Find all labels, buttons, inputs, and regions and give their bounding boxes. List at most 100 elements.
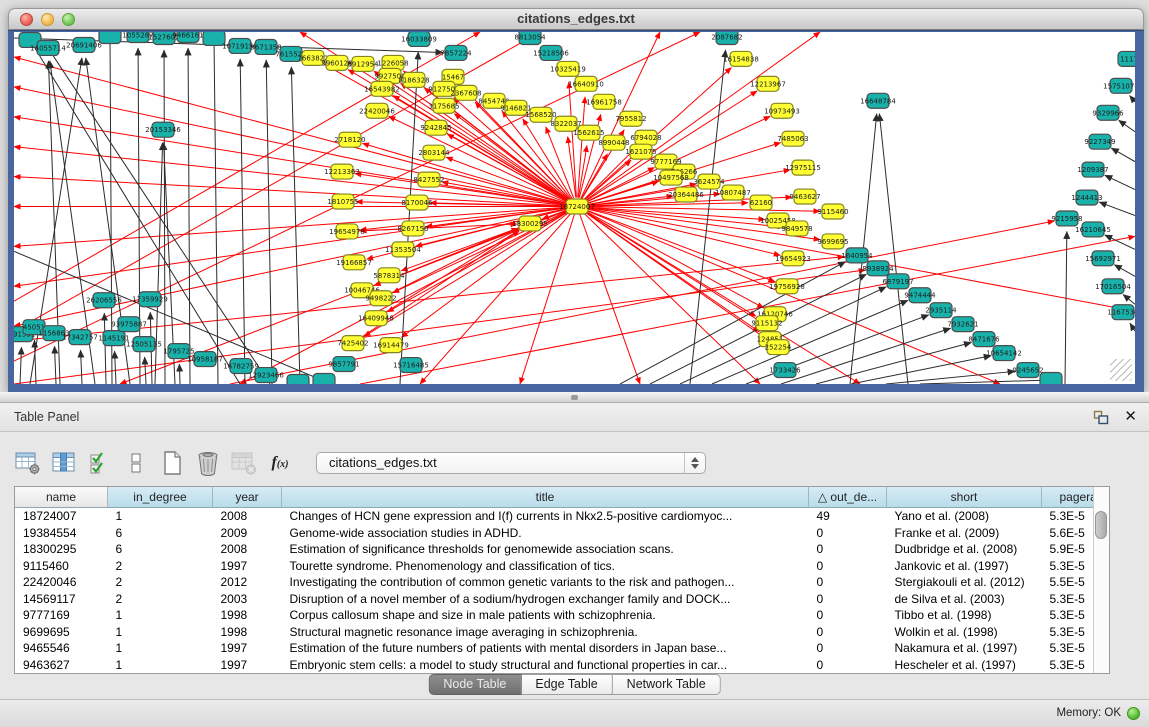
graph-node[interactable]: 9115460	[817, 204, 848, 219]
graph-edge[interactable]	[781, 328, 951, 384]
graph-node[interactable]: 8170046	[401, 195, 432, 210]
graph-node[interactable]	[313, 374, 335, 384]
graph-edge[interactable]	[1065, 231, 1067, 384]
table-row[interactable]: 946362711997Embryonic stem cells: a mode…	[15, 657, 1110, 674]
graph-node[interactable]: 20364486	[668, 187, 704, 202]
close-panel-icon[interactable]: ✕	[1124, 407, 1137, 425]
graph-edge[interactable]	[138, 48, 140, 384]
graph-edge[interactable]	[1119, 120, 1135, 131]
table-selector-combo[interactable]: citations_edges.txt	[316, 452, 706, 474]
destroy-table-icon[interactable]	[228, 447, 260, 479]
graph-node[interactable]: 12213363	[324, 164, 360, 179]
graph-node[interactable]: 16409948	[358, 311, 394, 326]
graph-edge[interactable]	[1099, 202, 1135, 215]
close-button[interactable]	[20, 13, 33, 26]
graph-node[interactable]: 8267150	[397, 221, 428, 236]
graph-node[interactable]: 9463627	[789, 189, 820, 204]
graph-node[interactable]	[99, 32, 121, 43]
tab-network-table[interactable]: Network Table	[613, 674, 721, 695]
graph-edge[interactable]	[240, 59, 245, 384]
float-panel-icon[interactable]	[1093, 410, 1109, 425]
column-header-in_degree[interactable]: in_degree	[108, 487, 213, 508]
select-all-icon[interactable]	[84, 447, 116, 479]
graph-node[interactable]: 7425402	[337, 336, 368, 351]
graph-node[interactable]: 26206556	[86, 293, 122, 308]
graph-edge[interactable]	[104, 313, 106, 384]
graph-node[interactable]: 10654142	[986, 346, 1022, 361]
table-row[interactable]: 1872400712008Changes of HCN gene express…	[15, 508, 1110, 525]
table-row[interactable]: 977716911998Corpus callosum shape and si…	[15, 607, 1110, 624]
graph-node[interactable]: 3624574	[693, 174, 725, 189]
graph-edge[interactable]	[164, 50, 165, 384]
show-columns-icon[interactable]	[48, 447, 80, 479]
graph-edge[interactable]	[81, 350, 82, 384]
graph-node[interactable]: 9474444	[904, 288, 936, 303]
graph-node[interactable]: 2718120	[334, 132, 365, 147]
graph-node[interactable]	[287, 375, 309, 384]
graph-node[interactable]: 62160	[750, 195, 772, 210]
graph-node[interactable]: 9227349	[1084, 134, 1115, 149]
graph-node[interactable]: 16648784	[860, 93, 896, 108]
graph-node[interactable]: 1810755	[327, 194, 358, 209]
graph-node[interactable]: 16961758	[586, 94, 622, 109]
graph-node[interactable]: 10973493	[764, 103, 800, 118]
split-pane-divider[interactable]	[0, 392, 1149, 403]
table-settings-icon[interactable]	[12, 447, 44, 479]
graph-node[interactable]: 1117	[1118, 51, 1135, 66]
graph-node[interactable]: 1209387	[1077, 162, 1108, 177]
graph-node[interactable]: 6794028	[630, 130, 661, 145]
graph-edge[interactable]	[115, 351, 116, 384]
trash-icon[interactable]	[192, 447, 224, 479]
graph-node[interactable]: 9498222	[365, 291, 396, 306]
graph-edge[interactable]	[712, 300, 908, 384]
graph-edge[interactable]	[291, 67, 300, 384]
graph-edge[interactable]	[1130, 323, 1135, 331]
graph-node[interactable]: 7485063	[777, 131, 808, 146]
network-canvas[interactable]: 1405571420691406105528715276029466161107…	[14, 32, 1135, 384]
graph-node[interactable]: 9466161	[172, 32, 203, 42]
graph-node[interactable]: 2803144	[418, 145, 450, 160]
graph-edge[interactable]	[360, 236, 1135, 384]
graph-edge[interactable]	[1130, 96, 1135, 102]
split-pane-handle[interactable]	[571, 395, 578, 400]
graph-node[interactable]: 19166857	[336, 255, 372, 270]
graph-node[interactable]: 9242845	[420, 120, 451, 135]
graph-node[interactable]: 7932621	[947, 317, 978, 332]
graph-node[interactable]: 1562615	[573, 125, 604, 140]
window-resize-grip[interactable]	[1110, 359, 1132, 381]
minimize-button[interactable]	[41, 13, 54, 26]
graph-node[interactable]: 16154838	[723, 51, 759, 66]
table-row[interactable]: 911546021997Tourette syndrome. Phenomeno…	[15, 558, 1110, 575]
graph-edge[interactable]	[577, 207, 640, 384]
graph-edge[interactable]	[851, 356, 991, 384]
graph-edge[interactable]	[569, 82, 577, 198]
graph-edge[interactable]	[179, 364, 180, 384]
graph-node[interactable]: 9215958	[1051, 211, 1082, 226]
graph-node[interactable]: 3175685	[428, 98, 459, 113]
clear-selection-icon[interactable]	[120, 447, 152, 479]
zoom-button[interactable]	[62, 13, 75, 26]
table-row[interactable]: 2242004622012Investigating the contribut…	[15, 574, 1110, 591]
column-header-out_de[interactable]: △ out_de...	[809, 487, 887, 508]
graph-edge[interactable]	[920, 380, 1051, 384]
function-builder-icon[interactable]: f(x)	[264, 447, 296, 479]
graph-node[interactable]: 16033809	[401, 32, 437, 46]
graph-edge[interactable]	[1123, 294, 1135, 304]
graph-node[interactable]: 15716485	[393, 358, 429, 373]
graph-node[interactable]: 12975115	[785, 160, 821, 175]
graph-node[interactable]: 1640954	[841, 248, 873, 263]
graph-node[interactable]: 15218506	[533, 45, 569, 60]
graph-node[interactable]: 2087682	[711, 32, 742, 44]
graph-node[interactable]: 1733426	[769, 363, 800, 378]
graph-node[interactable]: 9245652	[1012, 363, 1043, 378]
graph-node[interactable]: 15692971	[1085, 251, 1121, 266]
tab-node-table[interactable]: Node Table	[428, 674, 521, 695]
graph-node[interactable]: 9115132	[751, 316, 782, 331]
graph-node[interactable]: 9329966	[1092, 105, 1123, 120]
graph-edge[interactable]	[214, 38, 218, 384]
graph-node[interactable]: 6879197	[882, 274, 913, 289]
graph-node[interactable]: 9699695	[817, 234, 848, 249]
graph-node[interactable]: 16914479	[373, 338, 409, 353]
graph-node[interactable]: 1621075	[625, 144, 656, 159]
graph-edge[interactable]	[1111, 148, 1135, 162]
